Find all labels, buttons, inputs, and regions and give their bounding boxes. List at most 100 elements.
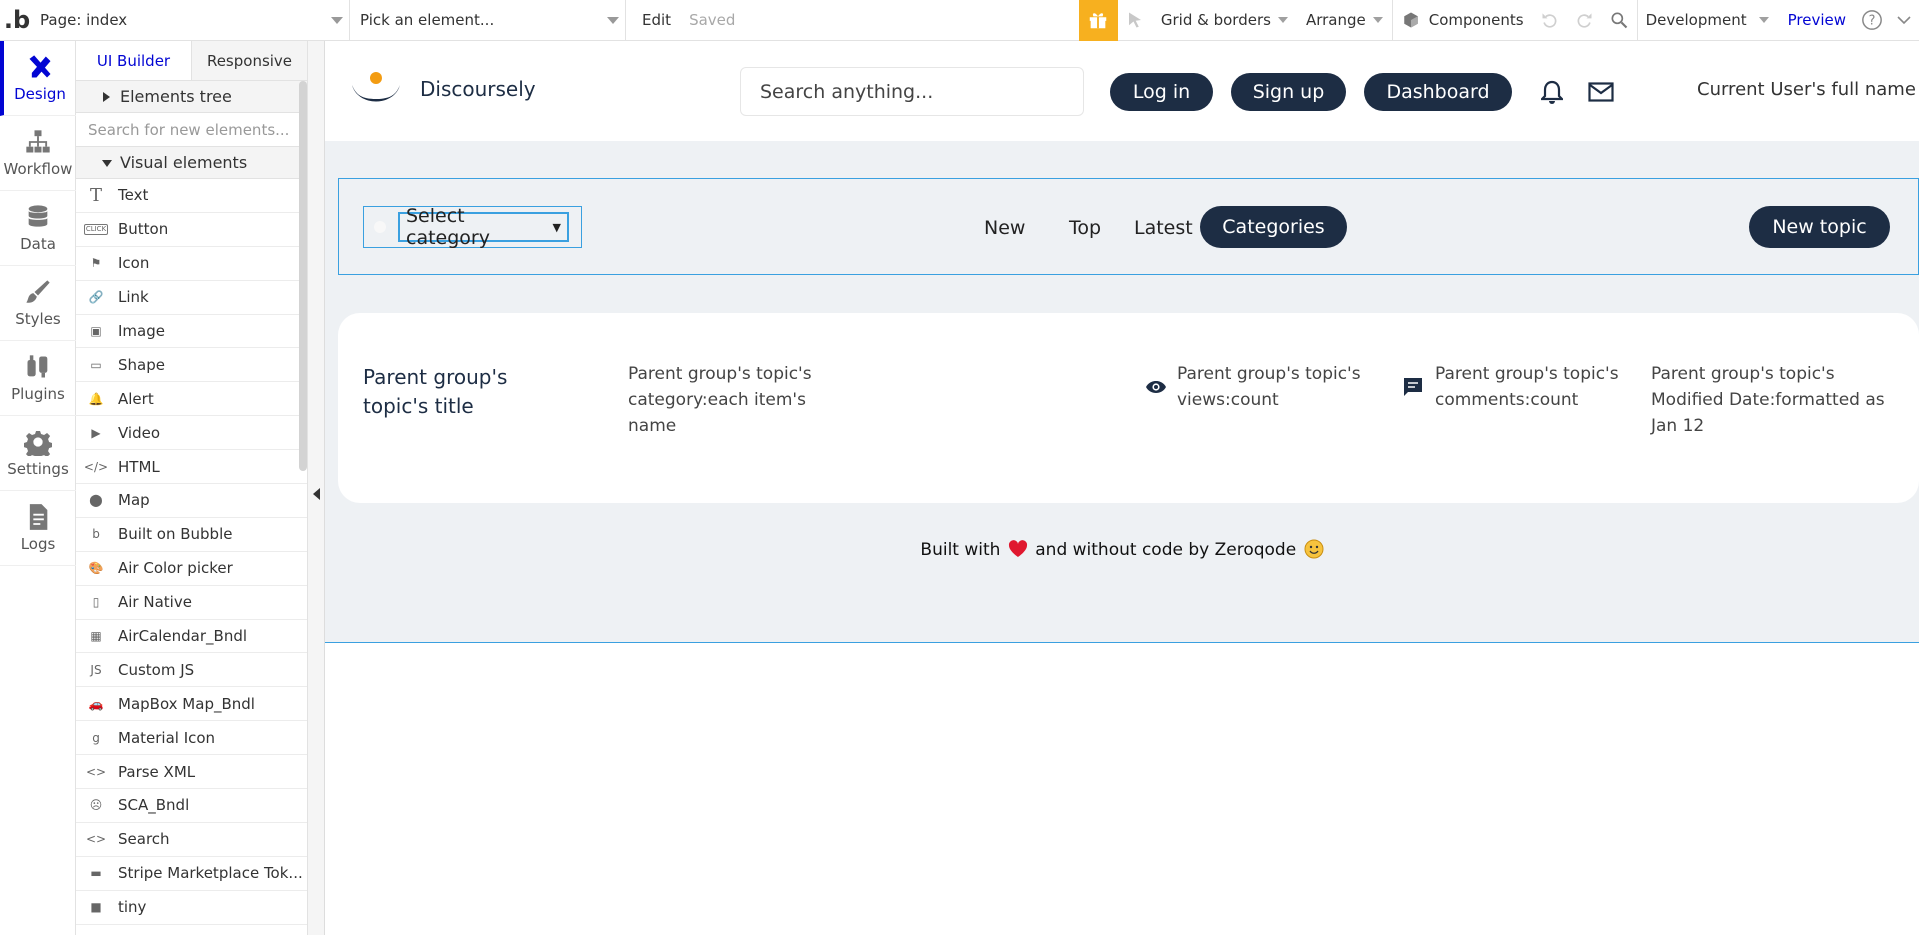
- palette-item[interactable]: ⬤ Map: [76, 484, 307, 518]
- rail-plugins[interactable]: Plugins: [0, 341, 76, 416]
- heart-icon: [1008, 540, 1027, 557]
- page-index[interactable]: Discoursely Search anything... Log in Si…: [325, 41, 1919, 643]
- rail-data[interactable]: Data: [0, 191, 76, 266]
- rail-workflow[interactable]: Workflow: [0, 116, 76, 191]
- page-footer: Built with and without code by Zeroqode: [325, 539, 1919, 560]
- palette-item[interactable]: ⚑ Icon: [76, 247, 307, 281]
- chevron-down-icon: [1758, 17, 1769, 23]
- signup-button[interactable]: Sign up: [1231, 73, 1346, 111]
- grid-borders-label: Grid & borders: [1160, 11, 1271, 29]
- category-group[interactable]: Select category ▼: [363, 205, 582, 249]
- nav-latest[interactable]: Latest: [1134, 217, 1193, 239]
- page-selector-label: Page: index: [40, 11, 128, 29]
- palette-item-label: Link: [118, 288, 149, 307]
- login-button[interactable]: Log in: [1110, 73, 1213, 111]
- global-search-input[interactable]: Search anything...: [740, 67, 1084, 116]
- palette-item[interactable]: g Material Icon: [76, 721, 307, 756]
- palette-item-label: SCA_Bndl: [118, 796, 190, 815]
- undo-icon[interactable]: [1533, 0, 1567, 41]
- chevron-down-icon[interactable]: [1889, 0, 1919, 41]
- palette-collapse-handle[interactable]: [308, 41, 325, 935]
- environment-selector[interactable]: Development: [1638, 0, 1778, 41]
- workflow-icon: [26, 130, 50, 153]
- grid-borders-menu[interactable]: Grid & borders: [1152, 0, 1297, 41]
- element-type-icon: ▭: [90, 357, 102, 372]
- bell-icon[interactable]: [1541, 80, 1563, 104]
- topic-filter-bar[interactable]: Select category ▼ New Top Latest Categor…: [338, 178, 1919, 275]
- rail-styles[interactable]: Styles: [0, 266, 76, 341]
- palette-item[interactable]: ▬ Stripe Marketplace Tok...: [76, 857, 307, 891]
- palette-item[interactable]: 🔗 Link: [76, 281, 307, 315]
- gift-icon[interactable]: [1078, 0, 1118, 41]
- visual-elements-toggle[interactable]: Visual elements: [76, 147, 307, 179]
- topic-card[interactable]: Parent group's topic's title Parent grou…: [338, 313, 1919, 503]
- topic-title[interactable]: Parent group's topic's title: [363, 363, 563, 421]
- element-search-input[interactable]: Search for new elements...: [76, 113, 307, 147]
- tab-ui-builder[interactable]: UI Builder: [76, 41, 192, 80]
- help-icon[interactable]: ?: [1855, 0, 1889, 41]
- dashboard-button[interactable]: Dashboard: [1364, 73, 1512, 111]
- arrange-menu[interactable]: Arrange: [1297, 0, 1392, 41]
- palette-item[interactable]: </> HTML: [76, 450, 307, 485]
- palette-item[interactable]: ▭ Shape: [76, 348, 307, 383]
- search-icon[interactable]: [1601, 0, 1637, 41]
- palette-item[interactable]: CLICK Button: [76, 213, 307, 247]
- palette-item[interactable]: ▦ AirCalendar_Bndl: [76, 620, 307, 654]
- topic-category: Parent group's topic's category:each ite…: [628, 364, 812, 436]
- nav-new[interactable]: New: [984, 217, 1025, 239]
- palette-item[interactable]: 🔔 Alert: [76, 382, 307, 417]
- element-picker[interactable]: Pick an element...: [350, 0, 626, 41]
- category-dropdown[interactable]: Select category ▼: [398, 205, 569, 249]
- plug-icon: [27, 355, 48, 378]
- element-type-icon: g: [92, 730, 100, 745]
- saved-status: Saved: [689, 11, 736, 29]
- element-type-icon: </>: [83, 459, 109, 474]
- select-pointer-icon[interactable]: [1118, 0, 1152, 41]
- mail-icon[interactable]: [1588, 82, 1614, 102]
- rail-design[interactable]: Design: [0, 41, 76, 116]
- categories-button[interactable]: Categories: [1200, 206, 1347, 248]
- element-type-icon: 🔔: [88, 391, 104, 406]
- element-type-icon: ▯: [92, 595, 100, 610]
- chevron-down-icon: [331, 16, 343, 24]
- palette-scrollbar[interactable]: [299, 81, 307, 471]
- palette-item[interactable]: T Text: [76, 179, 307, 213]
- palette-item[interactable]: 🚗 MapBox Map_Bndl: [76, 687, 307, 722]
- palette-item[interactable]: ▯ Air Native: [76, 586, 307, 620]
- palette-item[interactable]: 🎨 Air Color picker: [76, 552, 307, 586]
- brand[interactable]: Discoursely: [350, 69, 536, 109]
- new-topic-button[interactable]: New topic: [1749, 206, 1890, 248]
- element-type-icon: ▣: [90, 324, 102, 338]
- collapse-arrow-icon: [313, 488, 320, 500]
- brand-name: Discoursely: [420, 77, 536, 101]
- tab-responsive[interactable]: Responsive: [192, 41, 307, 80]
- page-selector[interactable]: Page: index: [34, 0, 350, 41]
- palette-item[interactable]: ☹ SCA_Bndl: [76, 789, 307, 823]
- chevron-down-icon: [1372, 17, 1383, 23]
- element-type-icon: 🎨: [88, 561, 104, 576]
- category-indicator: [374, 221, 386, 233]
- bubble-logo[interactable]: .b: [0, 0, 34, 41]
- palette-item[interactable]: <> Parse XML: [76, 755, 307, 790]
- palette-item[interactable]: <> Search: [76, 823, 307, 857]
- palette-item[interactable]: ▶ Video: [76, 416, 307, 451]
- topic-comments: Parent group's topic's comments:count: [1435, 364, 1619, 410]
- nav-top[interactable]: Top: [1069, 217, 1101, 239]
- palette-item[interactable]: JS Custom JS: [76, 653, 307, 688]
- palette-item[interactable]: b Built on Bubble: [76, 518, 307, 552]
- preview-link[interactable]: Preview: [1778, 0, 1855, 41]
- element-type-icon: 🔗: [88, 290, 104, 305]
- elements-tree-toggle[interactable]: Elements tree: [76, 81, 307, 113]
- palette-item[interactable]: ▣ Image: [76, 315, 307, 349]
- rail-settings[interactable]: Settings: [0, 416, 76, 491]
- palette-item[interactable]: ■ tiny: [76, 891, 307, 925]
- redo-icon[interactable]: [1567, 0, 1601, 41]
- element-type-icon: ☹: [89, 798, 103, 813]
- app-header[interactable]: Discoursely Search anything... Log in Si…: [325, 41, 1919, 141]
- current-user-name[interactable]: Current User's full name: [1697, 79, 1916, 100]
- components-button[interactable]: Components: [1393, 0, 1533, 41]
- edit-menu[interactable]: Edit: [626, 0, 680, 41]
- rail-logs[interactable]: Logs: [0, 491, 76, 566]
- comment-icon: [1404, 378, 1422, 396]
- palette-item-label: Image: [118, 322, 165, 340]
